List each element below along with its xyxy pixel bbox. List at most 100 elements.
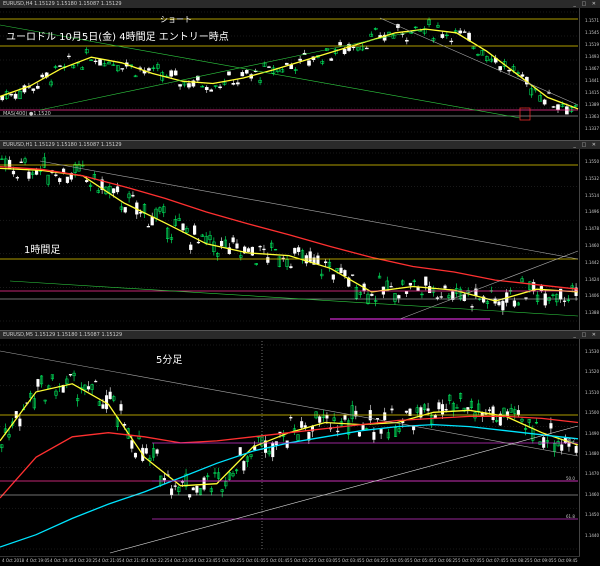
candle-body [93, 60, 98, 63]
time-tick-label: 5 Oct 07:05 [458, 558, 482, 563]
chart-pane-h4[interactable]: EURUSD,H4 1.15129 1.15180 1.15087 1.1512… [0, 0, 600, 140]
candle-body [470, 306, 474, 308]
trendline [9, 280, 579, 317]
chart-canvas-h4[interactable] [0, 0, 580, 140]
candle-body [246, 248, 251, 252]
time-tick-label: 4 Oct 21:05 [98, 558, 122, 563]
time-tick-label: 4 Oct 23:05 [170, 558, 194, 563]
candle-body [285, 440, 289, 448]
candle-body [316, 255, 320, 265]
candle-body [397, 295, 401, 299]
candle-body [560, 444, 564, 451]
candle-body [565, 106, 569, 115]
price-tick-label: 1.1490 [585, 430, 599, 436]
candle-body [271, 442, 275, 458]
candle-body [131, 194, 135, 197]
price-tick-label: 1.1460 [585, 243, 599, 248]
candle-body [343, 270, 347, 277]
candle-body [195, 485, 199, 493]
price-tick-label: 1.1500 [585, 410, 599, 416]
price-tick-label: 1.1467 [585, 66, 599, 71]
candle-body [574, 446, 578, 453]
time-tick-label: 4 Oct 20:25 [74, 558, 98, 563]
candle-body [284, 62, 289, 65]
candle-body [119, 404, 123, 411]
candle-body [67, 55, 71, 58]
candle-body [13, 93, 18, 99]
time-tick-label: 5 Oct 06:25 [434, 558, 458, 563]
candle-body [147, 68, 151, 71]
candle-body [491, 406, 495, 421]
time-tick-label: 5 Oct 00:25 [218, 558, 242, 563]
candle-body [462, 294, 466, 302]
price-tick-label: 1.1442 [585, 259, 599, 265]
chart-canvas-h1[interactable] [0, 141, 580, 331]
candle-body [379, 429, 383, 434]
price-tick-label: 1.1415 [585, 90, 599, 95]
candle-body [365, 47, 369, 50]
candle-body [18, 418, 22, 427]
chart-title-h4: ユーロドル 10月5日(金) 4時間足 エントリー時点 [6, 32, 229, 43]
price-axis-h4: 1.1571 1.1545 1.1519 1.1493 1.1467 1.1441 1.14… [579, 8, 600, 140]
price-tick-label: 1.1545 [585, 30, 599, 35]
price-tick-label: 1.1510 [585, 389, 599, 395]
candle-body [11, 170, 16, 175]
chart-canvas-m5[interactable]: 38.2 50.0 61.8 [0, 331, 580, 557]
time-tick-label: 5 Oct 07:45 [482, 558, 506, 563]
price-tick-label: 1.1460 [585, 491, 599, 497]
candle-body [343, 414, 347, 420]
candle-body [308, 251, 312, 262]
fibonacci-label: 50.0 [566, 476, 575, 481]
candle-body [235, 243, 239, 249]
candle-body [351, 46, 356, 49]
candle-body [507, 69, 511, 72]
candle-body [35, 85, 40, 89]
candle-body [444, 409, 448, 411]
chart-title-h1: 1時間足 [24, 245, 61, 256]
candle-body [231, 237, 235, 243]
price-axis-h1: 1.1550 1.1532 1.1514 1.1496 1.1478 1.1460 1.14… [579, 149, 600, 331]
time-tick-label: 5 Oct 05:45 [410, 558, 434, 563]
price-tick-label: 1.1440 [585, 532, 599, 538]
price-tick-label: 1.1450 [585, 512, 599, 518]
candle-body [242, 461, 246, 471]
candle-body [219, 240, 224, 247]
candle-body [209, 89, 213, 92]
candle-body [236, 82, 240, 85]
candle-body [169, 70, 173, 77]
candle-body [170, 488, 174, 496]
candle-body [300, 421, 304, 428]
candle-body [424, 276, 428, 286]
chart-pane-h1[interactable]: EURUSD,H1 1.15129 1.15180 1.15087 1.1512… [0, 140, 600, 331]
price-tick-label: 1.1493 [585, 54, 599, 59]
trendline [0, 350, 579, 457]
candle-body [516, 410, 520, 415]
candle-body [196, 241, 201, 244]
candle-body [357, 432, 361, 437]
chart-pane-m5[interactable]: EURUSD,M5 1.15129 1.15180 1.15087 1.1512… [0, 330, 600, 566]
candle-body [562, 300, 567, 302]
time-tick-label: 5 Oct 05:05 [386, 558, 410, 563]
candle-body [506, 411, 510, 417]
candle-body [435, 297, 439, 299]
time-tick-label: 5 Oct 03:05 [314, 558, 338, 563]
price-tick-label: 1.1514 [585, 192, 599, 198]
candle-body [9, 93, 13, 96]
candle-body [350, 274, 355, 276]
price-tick-label: 1.1424 [585, 276, 599, 282]
candle-body [266, 257, 270, 263]
candle-body [404, 291, 409, 294]
candle-body [297, 247, 301, 252]
candle-body [155, 449, 159, 454]
price-tick-label: 1.1496 [585, 209, 599, 215]
candle-body [520, 74, 525, 77]
candle-body [258, 245, 262, 248]
candle-body [289, 64, 294, 70]
candle-body [437, 402, 441, 410]
candle-body [19, 161, 23, 163]
candle-body [101, 404, 105, 409]
time-tick-label: 5 Oct 03:45 [338, 558, 362, 563]
candle-body [181, 223, 185, 231]
candle-body [65, 176, 70, 183]
candle-body [466, 407, 470, 410]
